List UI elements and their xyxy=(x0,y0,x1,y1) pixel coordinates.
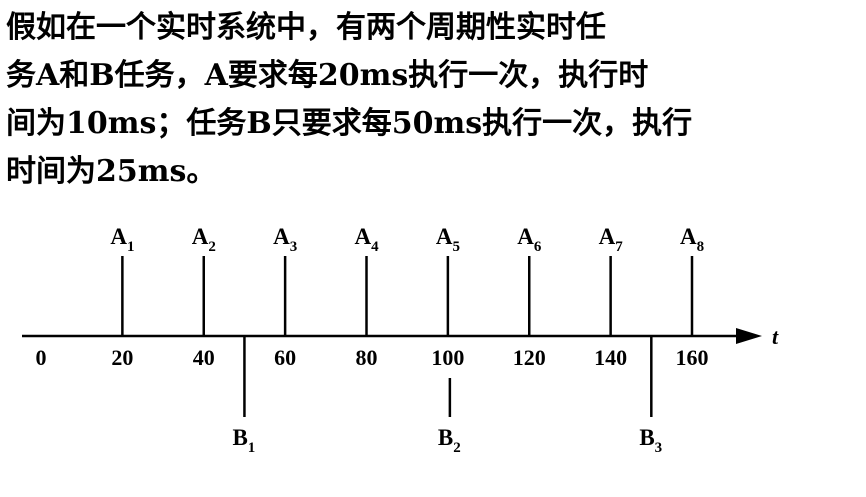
task-a-arrival-label: A2 xyxy=(192,224,216,255)
task-a-label-subscript: 6 xyxy=(534,239,542,255)
task-a-label-base: A xyxy=(436,224,453,249)
task-a-label-subscript: 3 xyxy=(290,239,298,255)
tick-label: 100 xyxy=(431,345,464,370)
task-a-label-base: A xyxy=(599,224,616,249)
problem-line-1: 假如在一个实时系统中，有两个周期性实时任 xyxy=(6,10,606,45)
timeline-diagram: t 0 20 40 60 80 100 120 140 160 A1 A2 A3 A4 A5 A6 A7 A8… xyxy=(22,224,779,456)
task-a-label-base: A xyxy=(110,224,127,249)
time-axis-arrowhead xyxy=(736,328,762,344)
task-a-label-subscript: 8 xyxy=(697,239,705,255)
task-a-label-subscript: 2 xyxy=(208,239,216,255)
problem-line-3: 间为10ms；任务B只要求每50ms执行一次，执行 xyxy=(6,106,693,141)
task-a-arrival-label: A4 xyxy=(355,224,380,255)
problem-text: 假如在一个实时系统中，有两个周期性实时任 务A和B任务，A要求每20ms执行一次… xyxy=(6,4,856,196)
task-a-label-base: A xyxy=(517,224,534,249)
tick-label: 20 xyxy=(111,345,133,370)
task-b-arrival-label: B3 xyxy=(639,425,662,456)
tick-label: 120 xyxy=(513,345,546,370)
task-a-label-subscript: 1 xyxy=(127,239,135,255)
tick-label: 40 xyxy=(193,345,215,370)
task-a-label-subscript: 7 xyxy=(615,239,623,255)
task-a-arrivals: A1 A2 A3 A4 A5 A6 A7 A8 xyxy=(110,224,704,336)
task-a-arrival-label: A7 xyxy=(599,224,624,255)
task-b-label-subscript: 3 xyxy=(655,440,663,456)
task-a-label-subscript: 4 xyxy=(371,239,379,255)
task-b-label-base: B xyxy=(232,425,247,450)
task-a-arrival-label: A3 xyxy=(273,224,297,255)
task-b-label-subscript: 1 xyxy=(248,440,256,456)
task-b-label-base: B xyxy=(639,425,654,450)
tick-labels: 0 20 40 60 80 100 120 140 160 xyxy=(36,345,709,370)
task-a-label-base: A xyxy=(680,224,697,249)
time-axis-label: t xyxy=(772,324,779,349)
task-a-arrival-label: A8 xyxy=(680,224,704,255)
tick-label: 0 xyxy=(36,345,47,370)
task-b-arrival-label: B2 xyxy=(438,425,461,456)
task-a-arrival-label: A5 xyxy=(436,224,460,255)
tick-label: 160 xyxy=(676,345,709,370)
task-b-label-subscript: 2 xyxy=(453,440,461,456)
task-a-label-subscript: 5 xyxy=(453,239,461,255)
task-a-arrival-label: A6 xyxy=(517,224,542,255)
task-a-label-base: A xyxy=(355,224,372,249)
tick-label: 60 xyxy=(274,345,296,370)
task-a-label-base: A xyxy=(273,224,290,249)
task-a-arrival-label: A1 xyxy=(110,224,134,255)
tick-label: 140 xyxy=(594,345,627,370)
problem-line-2: 务A和B任务，A要求每20ms执行一次，执行时 xyxy=(6,58,649,93)
task-b-label-base: B xyxy=(438,425,453,450)
problem-line-4: 时间为25ms。 xyxy=(6,154,217,189)
tick-label: 80 xyxy=(356,345,378,370)
task-a-label-base: A xyxy=(192,224,209,249)
task-b-arrival-label: B1 xyxy=(232,425,255,456)
